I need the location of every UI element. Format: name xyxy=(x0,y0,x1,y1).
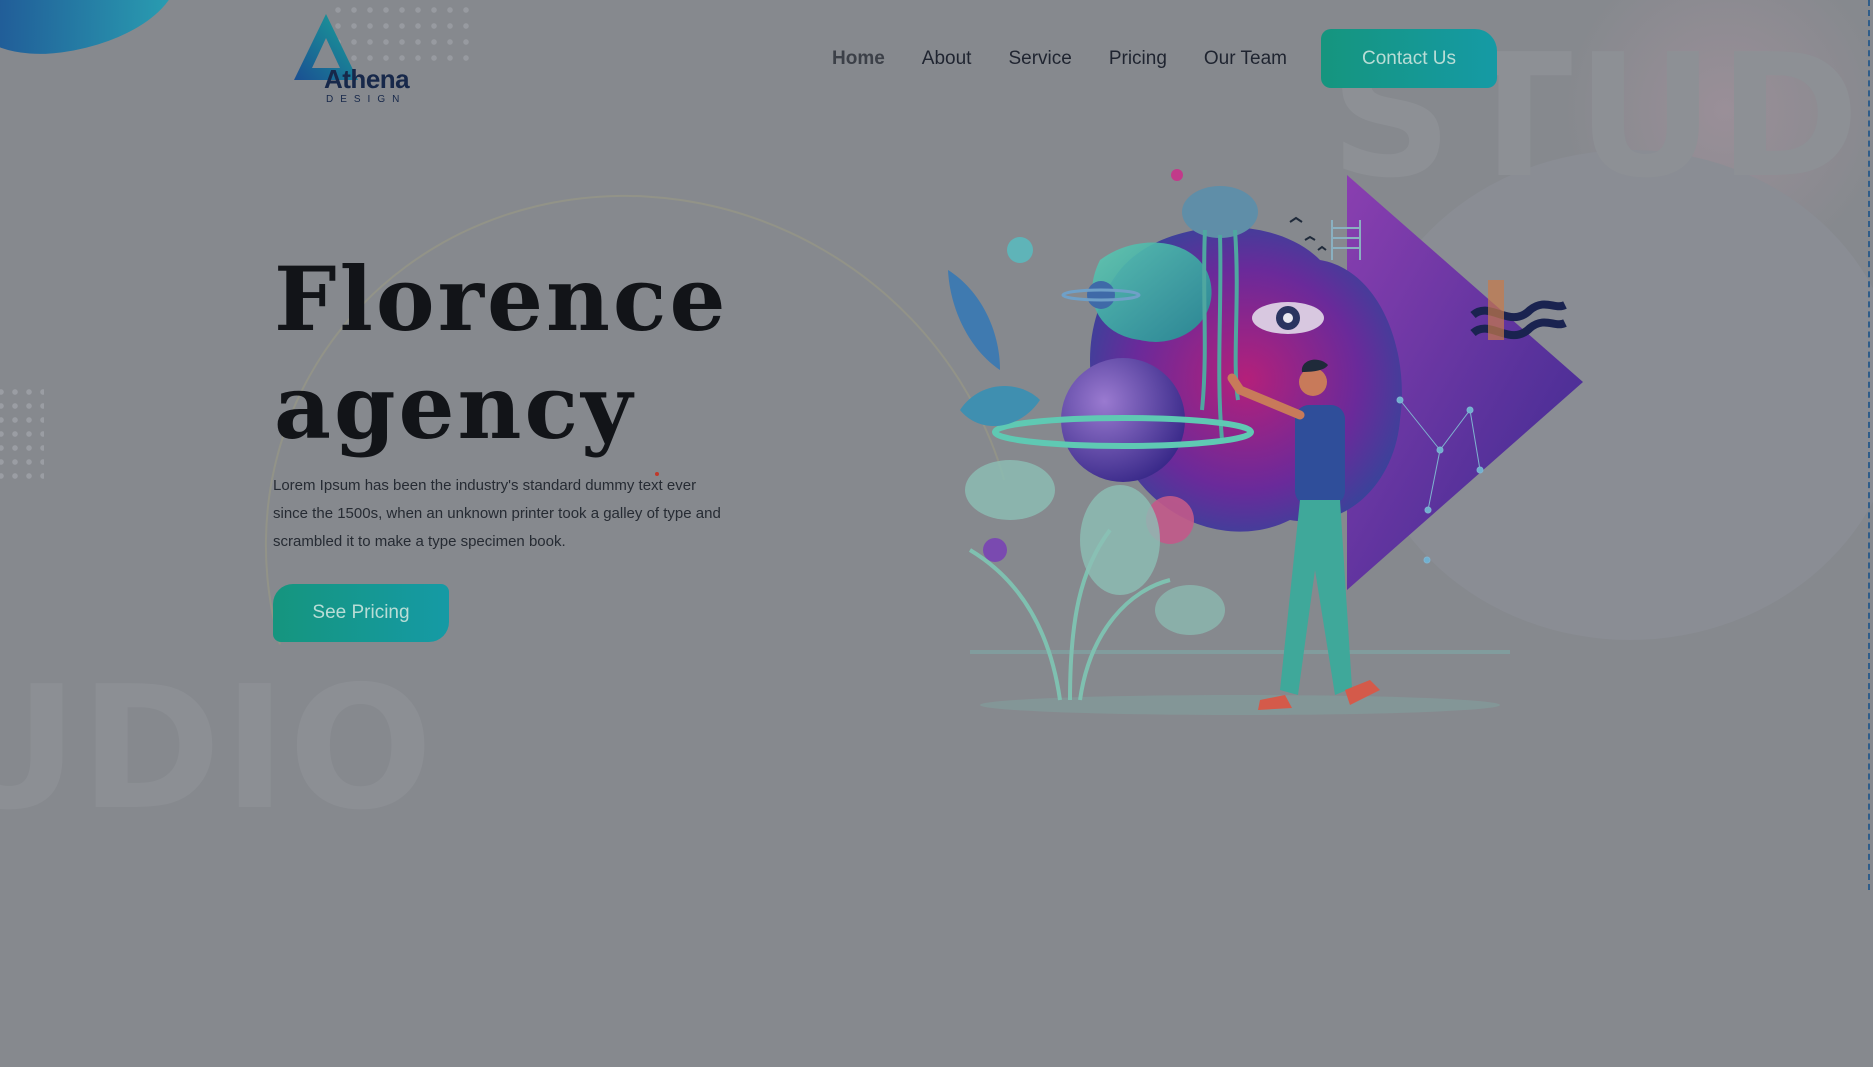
see-pricing-button[interactable]: See Pricing xyxy=(273,584,449,642)
studio-watermark-bottom: UDIO xyxy=(0,650,435,848)
hero-description: Lorem Ipsum has been the industry's stan… xyxy=(273,477,721,550)
logo-name: Athena xyxy=(324,64,410,94)
dot-pattern-left-decoration xyxy=(0,385,44,485)
hero-illustration xyxy=(948,169,1583,715)
logo-tagline: DESIGN xyxy=(326,94,407,105)
contact-us-button[interactable]: Contact Us xyxy=(1321,29,1497,88)
nav-about[interactable]: About xyxy=(922,48,972,70)
hero-title: Florence agency xyxy=(274,245,729,461)
logo[interactable]: Athena DESIGN xyxy=(290,12,430,107)
nav-service[interactable]: Service xyxy=(1008,48,1071,70)
corner-blob-decoration xyxy=(0,0,187,65)
nav-pricing[interactable]: Pricing xyxy=(1109,48,1167,70)
page-edge-guide xyxy=(1868,0,1870,890)
nav-our-team[interactable]: Our Team xyxy=(1204,48,1287,70)
hero-title-line1: Florence xyxy=(274,247,729,351)
hero-title-line2: agency xyxy=(274,355,636,459)
main-nav: Home About Service Pricing Our Team xyxy=(832,48,1324,70)
nav-home[interactable]: Home xyxy=(832,48,885,70)
